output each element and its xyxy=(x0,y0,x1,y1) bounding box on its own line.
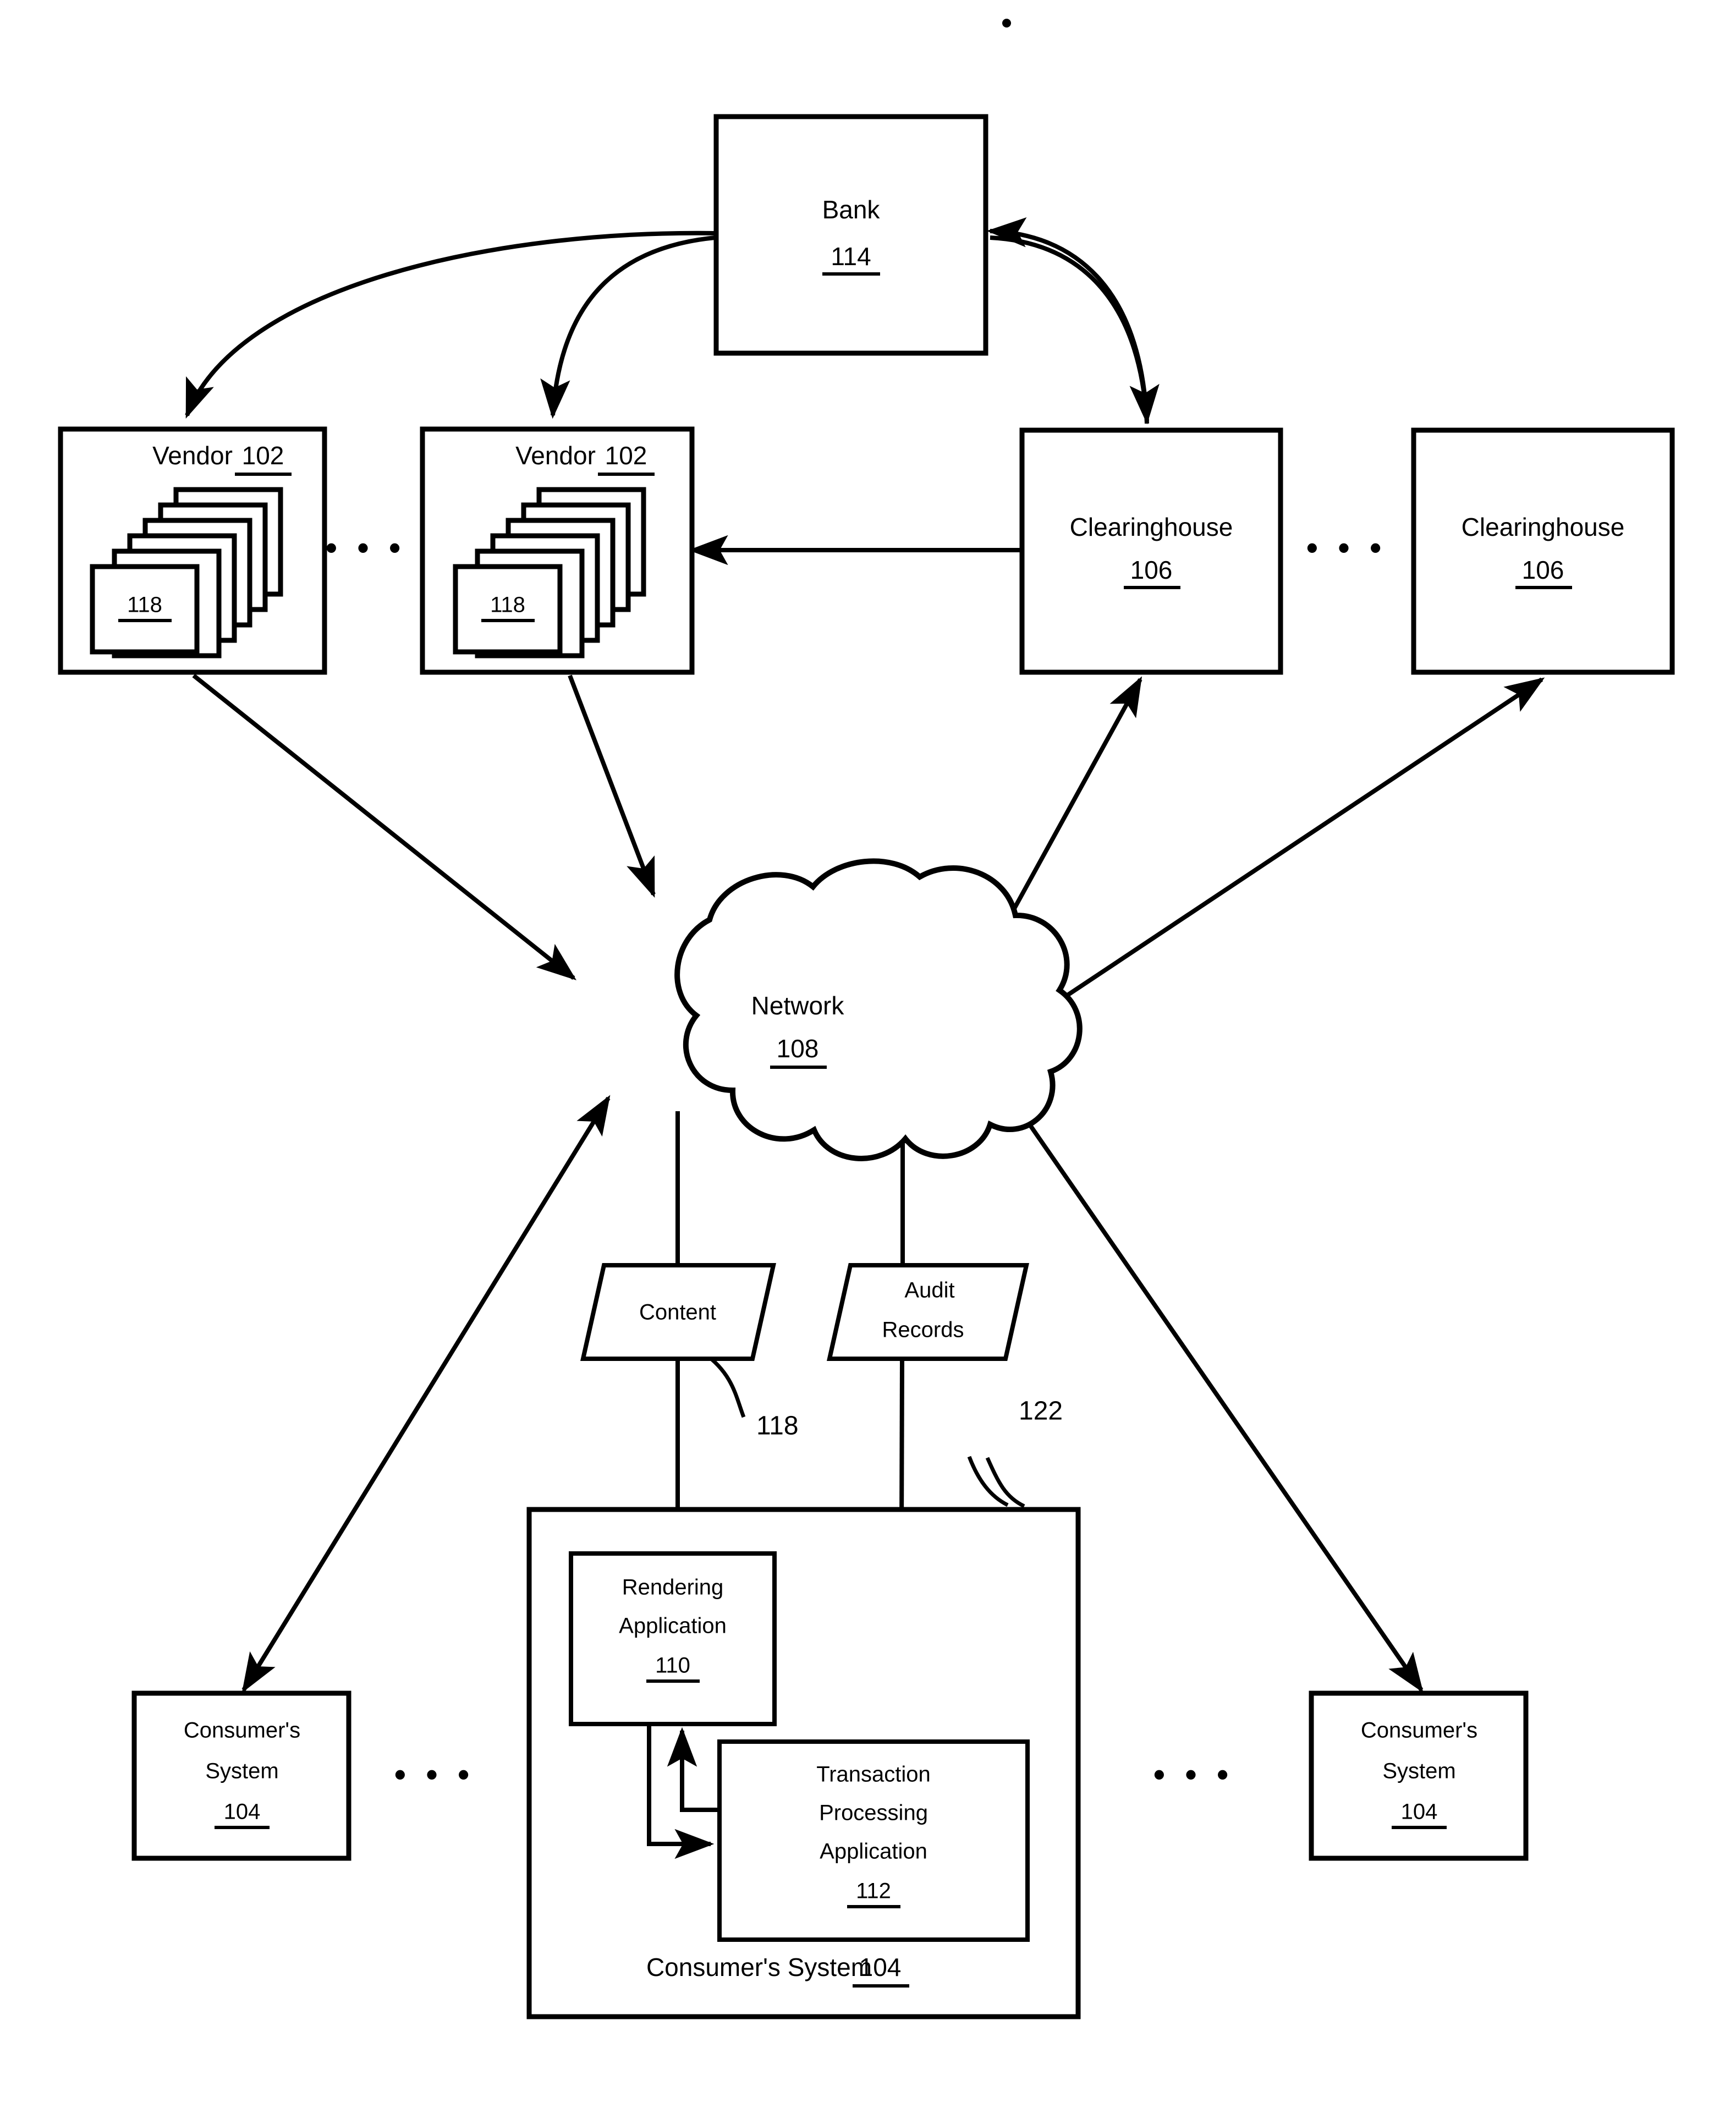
node-clearinghouse-1[interactable] xyxy=(1019,427,1283,675)
edge-network-to-clearinghouse2 xyxy=(1019,677,1545,1029)
consumers-right-ellipsis: • • • xyxy=(1153,1756,1234,1793)
transaction-app-label-line1: Transaction xyxy=(816,1763,931,1787)
clearinghouses-ellipsis: • • • xyxy=(1306,529,1387,566)
consumers-left-ellipsis: • • • xyxy=(394,1756,475,1793)
vendor-1-content-ref: 118 xyxy=(127,593,162,617)
edge-vendor2-to-network xyxy=(568,674,656,898)
bank-label: Bank xyxy=(822,195,881,224)
rendering-app-label-line1: Rendering xyxy=(622,1575,724,1600)
consumer-left-ref: 104 xyxy=(224,1800,261,1824)
transaction-app-label-line2: Processing xyxy=(819,1801,928,1825)
page-speck xyxy=(1002,19,1011,28)
consumer-system-detail-ref: 104 xyxy=(859,1953,902,1981)
node-clearinghouse-2[interactable] xyxy=(1411,427,1675,675)
content-label: Content xyxy=(639,1300,716,1325)
consumer-system-detail-label: Consumer's System xyxy=(646,1953,872,1981)
leader-line-118 xyxy=(702,1352,746,1418)
transaction-app-label-line3: Application xyxy=(820,1840,927,1864)
node-network-cloud[interactable] xyxy=(674,858,1083,1161)
vendor-1-ref: 102 xyxy=(242,441,284,470)
edge-vendor1-to-network xyxy=(192,673,577,980)
clearinghouse-1-label: Clearinghouse xyxy=(1070,513,1233,541)
edge-bank-to-vendor2 xyxy=(540,235,716,419)
consumer-right-label-line1: Consumer's xyxy=(1361,1719,1477,1743)
vendor-2-content-ref: 118 xyxy=(490,593,525,617)
node-bank[interactable] xyxy=(713,114,988,356)
transaction-app-ref: 112 xyxy=(856,1879,891,1903)
patent-figure: Bank 114 Vendor 102 118 Vendor 102 118 •… xyxy=(0,0,1736,2119)
audit-records-ref: 122 xyxy=(1019,1397,1063,1426)
rendering-app-label-line2: Application xyxy=(619,1614,727,1638)
network-ref: 108 xyxy=(777,1034,819,1063)
audit-records-label-line2: Records xyxy=(882,1318,964,1342)
consumer-left-label-line2: System xyxy=(205,1759,278,1783)
bank-ref: 114 xyxy=(831,242,871,271)
content-ref: 118 xyxy=(756,1412,799,1441)
consumer-left-label-line1: Consumer's xyxy=(184,1719,300,1743)
leader-line-118b xyxy=(985,1457,1025,1508)
vendor-1-label: Vendor xyxy=(152,441,233,470)
clearinghouse-2-label: Clearinghouse xyxy=(1462,513,1625,541)
consumer-right-ref: 104 xyxy=(1401,1800,1438,1824)
edge-bank-to-clearinghouse1 xyxy=(990,235,1160,425)
consumer-right-label-line2: System xyxy=(1382,1759,1455,1783)
network-label: Network xyxy=(751,991,845,1020)
rendering-app-ref: 110 xyxy=(655,1654,690,1678)
diagram-canvas: Bank 114 Vendor 102 118 Vendor 102 118 •… xyxy=(58,19,1675,2019)
vendors-ellipsis: • • • xyxy=(326,529,406,566)
vendor-2-label: Vendor xyxy=(515,441,596,470)
vendor-2-ref: 102 xyxy=(605,441,647,470)
audit-records-label-line1: Audit xyxy=(904,1278,954,1303)
clearinghouse-1-ref: 106 xyxy=(1130,556,1173,584)
clearinghouse-2-ref: 106 xyxy=(1522,556,1564,584)
